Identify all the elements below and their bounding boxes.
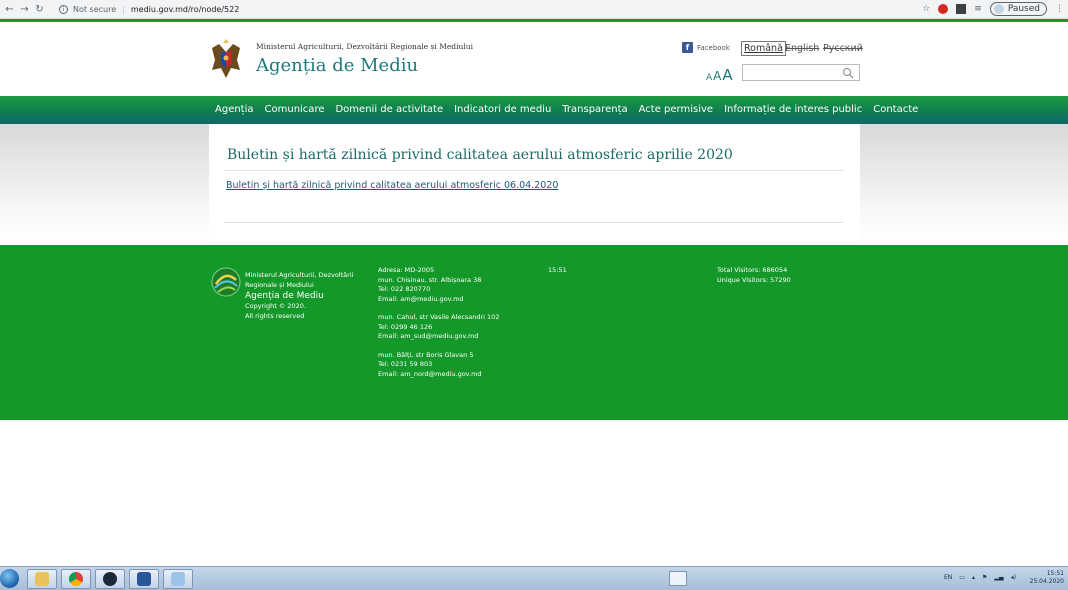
nav-item-agentia[interactable]: Agenția	[215, 104, 254, 115]
footer-org-name: Agenția de Mediu	[245, 291, 324, 301]
url-text[interactable]: mediu.gov.md/ro/node/522	[131, 5, 239, 14]
site-footer: Ministerul Agriculturii, Dezvoltării Reg…	[0, 245, 1068, 420]
taskbar-chrome[interactable]	[61, 569, 91, 589]
browser-extensions: ☆ ≡ Paused ⋮	[922, 2, 1064, 16]
footer-time: 15:51	[548, 266, 567, 274]
main-navigation: Agenția Comunicare Domenii de activitate…	[0, 96, 1068, 124]
email-link[interactable]: Email: am_sud@mediu.gov.md	[378, 332, 499, 342]
address-separator: |	[122, 4, 125, 14]
facebook-link[interactable]: f Facebook	[682, 42, 730, 53]
ministry-name: Ministerul Agriculturii, Dezvoltării Reg…	[256, 42, 473, 51]
search-icon[interactable]	[842, 67, 854, 79]
nav-list: Agenția Comunicare Domenii de activitate…	[215, 104, 929, 115]
address-line: mun. Bălți, str Boris Glavan 5	[378, 350, 474, 359]
footer-org-line1: Ministerul Agriculturii, Dezvoltării	[245, 271, 354, 279]
forward-arrow-icon[interactable]: →	[17, 4, 32, 15]
main-content: Buletin și hartă zilnică privind calitat…	[209, 124, 860, 245]
lang-russian[interactable]: Русский	[823, 43, 863, 54]
content-divider	[224, 222, 844, 223]
agency-name[interactable]: Agenția de Mediu	[256, 55, 418, 76]
taskbar-paint[interactable]	[163, 569, 193, 589]
address-line: mun. Cahul, str Vasile Alecsandri 102	[378, 313, 500, 321]
word-icon	[137, 572, 151, 586]
nav-item-transparenta[interactable]: Transparența	[562, 104, 627, 115]
address-line: Tel: 0231 59 803	[378, 360, 433, 368]
info-icon[interactable]: i	[59, 4, 68, 14]
footer-organization: Ministerul Agriculturii, Dezvoltării Reg…	[245, 271, 365, 321]
profile-status: Paused	[1007, 4, 1040, 14]
reload-icon[interactable]: ↻	[32, 4, 47, 15]
profile-button[interactable]: Paused	[989, 2, 1047, 16]
taskbar-clock[interactable]: 15:51 25.04.2020	[1030, 570, 1064, 586]
browser-toolbar: ← → ↻ i Not secure | mediu.gov.md/ro/nod…	[0, 0, 1068, 19]
search-input[interactable]	[742, 64, 860, 81]
facebook-icon: f	[682, 42, 693, 53]
unique-visitors: Unique Visitors: 57290	[717, 275, 791, 284]
tray-arrow-icon[interactable]: ▴	[972, 574, 975, 581]
font-small-button[interactable]: A	[706, 73, 712, 83]
title-divider	[224, 170, 844, 171]
footer-org-line2: Regionale și Mediului	[245, 280, 314, 289]
star-icon[interactable]: ☆	[922, 4, 930, 14]
address-line: Tel: 022 820770	[378, 285, 431, 293]
system-tray: EN ▭ ▴ ⚑ ▂▄ ◂)	[944, 574, 1016, 581]
opera-extension-icon[interactable]	[938, 4, 949, 14]
reading-list-icon[interactable]: ≡	[974, 4, 982, 14]
start-button-icon[interactable]	[0, 569, 19, 588]
language-indicator[interactable]: EN	[944, 574, 952, 581]
keyboard-icon[interactable]: ▭	[959, 574, 965, 581]
font-size-controls: AAA	[706, 65, 734, 84]
clock-time: 15:51	[1046, 570, 1064, 577]
visitor-counter: Total Visitors: 686054 Unique Visitors: …	[717, 266, 791, 285]
steam-icon	[103, 572, 117, 586]
paint-icon	[171, 572, 185, 586]
back-arrow-icon[interactable]: ←	[2, 4, 17, 15]
taskbar-explorer[interactable]	[27, 569, 57, 589]
nav-item-acte[interactable]: Acte permisive	[639, 104, 713, 115]
nav-item-comunicare[interactable]: Comunicare	[265, 104, 325, 115]
address-line: mun. Chisinau, str. Albișoara 38	[378, 275, 482, 284]
lang-english[interactable]: English	[785, 43, 819, 54]
nav-item-domenii[interactable]: Domenii de activitate	[335, 104, 443, 115]
email-link[interactable]: Email: am_nord@mediu.gov.md	[378, 370, 499, 380]
facebook-label: Facebook	[697, 43, 730, 52]
security-label: Not secure	[73, 4, 117, 14]
folder-icon	[35, 572, 49, 586]
address-bar[interactable]: i Not secure | mediu.gov.md/ro/node/522	[53, 2, 923, 17]
total-visitors: Total Visitors: 686054	[717, 266, 788, 274]
notepad-icon[interactable]	[669, 571, 687, 586]
network-icon[interactable]: ▂▄	[994, 574, 1003, 581]
address-line: Adresa: MD-2005	[378, 266, 435, 274]
font-medium-button[interactable]: A	[713, 69, 721, 83]
avatar-icon	[993, 4, 1004, 14]
footer-rights: All rights reserved	[245, 311, 305, 320]
email-link[interactable]: Email: am@mediu.gov.md	[378, 295, 499, 305]
font-large-button[interactable]: A	[722, 66, 732, 84]
flag-icon[interactable]: ⚑	[982, 574, 987, 581]
volume-icon[interactable]: ◂)	[1011, 574, 1016, 581]
footer-copyright: Copyright © 2020.	[245, 302, 307, 310]
footer-addresses: Adresa: MD-2005 mun. Chisinau, str. Albi…	[378, 266, 499, 379]
nav-item-contacte[interactable]: Contacte	[873, 104, 918, 115]
page-title: Buletin și hartă zilnică privind calitat…	[227, 147, 733, 163]
lang-romana[interactable]: Română	[741, 41, 786, 56]
bulletin-link[interactable]: Buletin și hartă zilnică privind calitat…	[226, 180, 558, 191]
taskbar-word[interactable]	[129, 569, 159, 589]
menu-icon[interactable]: ⋮	[1055, 4, 1064, 14]
taskbar-steam[interactable]	[95, 569, 125, 589]
clock-date: 25.04.2020	[1029, 578, 1064, 585]
agency-logo-icon	[211, 267, 241, 297]
download-extension-icon[interactable]	[956, 4, 967, 14]
site-header: Ministerul Agriculturii, Dezvoltării Reg…	[0, 22, 1068, 96]
address-line: Tel: 0299 46 126	[378, 322, 433, 331]
nav-item-informatie[interactable]: Informație de interes public	[724, 104, 862, 115]
chrome-icon	[69, 572, 83, 586]
nav-item-indicatori[interactable]: Indicatori de mediu	[454, 104, 551, 115]
windows-taskbar: EN ▭ ▴ ⚑ ▂▄ ◂) 15:51 25.04.2020	[0, 566, 1068, 590]
coat-of-arms-icon[interactable]	[209, 38, 243, 82]
